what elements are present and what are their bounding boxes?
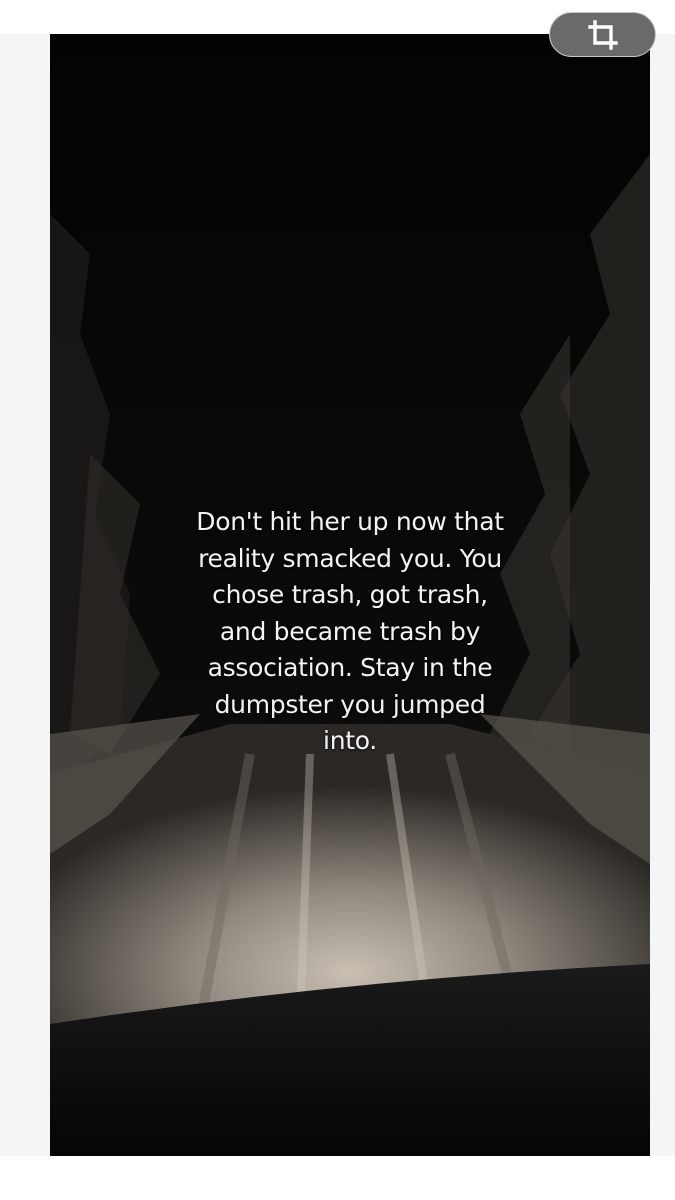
- caption-line: association. Stay in the: [207, 653, 493, 682]
- caption-line: and became trash by: [219, 616, 481, 646]
- story-image: Don't hit her up now that reality smacke…: [50, 34, 650, 1156]
- caption-line: chose trash, got trash,: [212, 580, 488, 609]
- crop-button[interactable]: [549, 12, 656, 57]
- story-caption: Don't hit her up now that reality smacke…: [50, 504, 650, 760]
- caption-line: Don't hit her up now that: [196, 507, 504, 536]
- bottom-bar: [0, 1156, 675, 1200]
- caption-line: dumpster you jumped: [214, 689, 486, 719]
- crop-icon: [587, 19, 618, 50]
- caption-line: reality smacked you. You: [198, 543, 502, 573]
- caption-line: into.: [323, 726, 377, 755]
